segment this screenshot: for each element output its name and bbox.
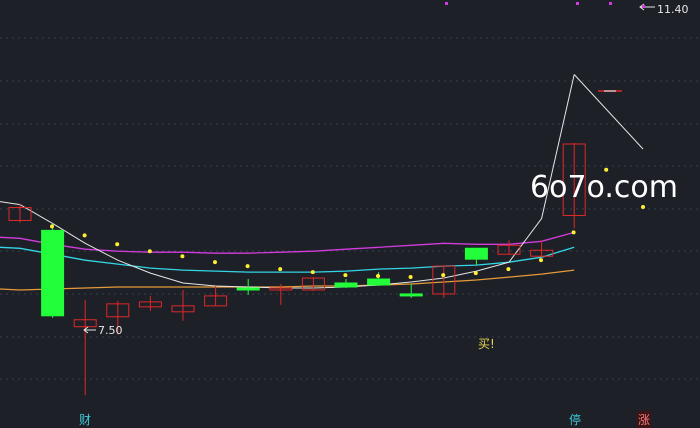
chart-window: 6o7o.com 11.40 7.50 买! 财 停 涨 (0, 0, 700, 428)
signal-dot (278, 267, 283, 272)
top-edge-mark (445, 2, 448, 5)
max-price-label: 11.40 (657, 3, 689, 16)
series-line (0, 74, 575, 289)
signal-dot (441, 273, 446, 278)
series-line (573, 74, 644, 150)
min-price-label: 7.50 (98, 324, 123, 337)
signal-dot (245, 264, 250, 269)
signal-dot (473, 271, 478, 276)
watermark-text: 6o7o.com (530, 170, 678, 205)
signal-dot (343, 273, 348, 278)
top-edge-mark (642, 5, 645, 8)
event-marker-finance[interactable]: 财 (79, 411, 91, 428)
signal-dot (82, 233, 87, 238)
signal-dots (50, 167, 609, 280)
buy-signal-label: 买! (478, 337, 495, 351)
signal-dot (147, 249, 152, 254)
candle-body (41, 229, 65, 317)
signal-dot (115, 242, 120, 247)
series-line (0, 269, 575, 291)
signal-dot (571, 230, 576, 235)
kline-chart (0, 2, 700, 396)
top-edge-mark (609, 2, 612, 5)
candle-body (399, 293, 423, 297)
signal-dot (180, 254, 185, 259)
candle-body (334, 282, 358, 288)
signal-dot (539, 258, 543, 263)
event-marker-limit-up[interactable]: 涨 (637, 411, 652, 428)
signal-dot (376, 274, 380, 279)
signal-dot (213, 260, 217, 265)
candle-body (367, 278, 391, 286)
signal-dot (310, 270, 315, 275)
candle-body (236, 287, 260, 291)
signal-dot (50, 224, 54, 229)
top-edge-mark (576, 2, 579, 5)
signal-dot (506, 267, 511, 272)
candlesticks (8, 142, 586, 396)
event-marker-halt[interactable]: 停 (569, 411, 581, 428)
signal-dot (408, 275, 413, 280)
signal-dot (641, 205, 645, 209)
candle-body (464, 247, 488, 260)
